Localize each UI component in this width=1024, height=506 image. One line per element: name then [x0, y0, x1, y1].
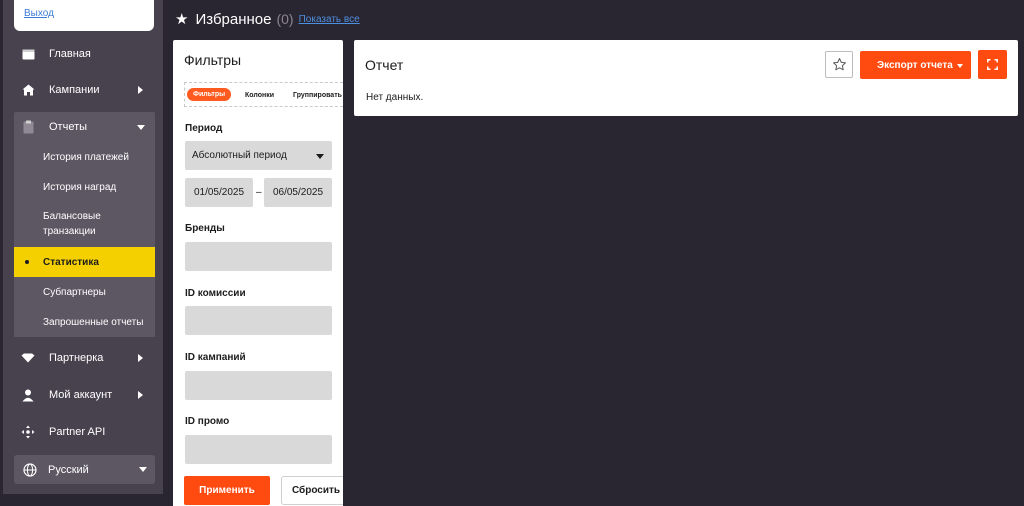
promo-label: ID промо: [185, 416, 230, 427]
period-select-value: Абсолютный период: [192, 150, 287, 161]
export-report-button[interactable]: Экспорт отчета: [860, 51, 971, 79]
fullscreen-icon: [987, 59, 998, 70]
chevron-right-icon: [138, 86, 143, 94]
sidebar-item-label: Мой аккаунт: [49, 389, 113, 401]
sidebar-item-label: Partner API: [49, 426, 106, 438]
report-panel: Отчет Нет данных. Экспорт отчета: [354, 40, 1018, 116]
favorites-count: (0): [276, 11, 294, 27]
chevron-down-icon: [957, 64, 963, 68]
sidebar-item-home[interactable]: Главная: [14, 39, 155, 69]
language-label: Русский: [48, 463, 89, 476]
chevron-down-icon: [316, 154, 324, 159]
report-empty-text: Нет данных.: [366, 92, 424, 103]
star-outline-icon: [832, 58, 846, 71]
promo-field[interactable]: [185, 435, 332, 464]
brands-label: Бренды: [185, 223, 225, 234]
campaigns-field[interactable]: [185, 371, 332, 400]
clipboard-icon: [21, 120, 35, 134]
show-all-link[interactable]: Показать все: [299, 14, 360, 25]
tab-filters[interactable]: Фильтры: [187, 88, 232, 101]
date-separator: –: [256, 187, 262, 198]
period-select[interactable]: Абсолютный период: [185, 141, 332, 170]
sidebar-item-api[interactable]: Partner API: [14, 417, 155, 447]
sidebar-item-label: Отчеты: [49, 121, 88, 133]
chevron-right-icon: [138, 354, 143, 362]
api-icon: [21, 425, 35, 439]
house-icon: [21, 83, 35, 97]
reports-submenu: [14, 142, 155, 337]
active-dot-icon: [25, 260, 29, 264]
sidebar-item-reports[interactable]: Отчеты: [14, 112, 155, 142]
tab-columns[interactable]: Колонки: [239, 89, 280, 102]
chevron-down-icon: [139, 467, 147, 472]
export-label: Экспорт отчета: [877, 59, 953, 71]
report-title: Отчет: [365, 57, 404, 73]
user-icon: [21, 388, 35, 402]
star-icon: ★: [175, 11, 189, 28]
commission-label: ID комиссии: [185, 288, 246, 299]
commission-field[interactable]: [185, 306, 332, 335]
filters-panel: Фильтры Фильтры Колонки Группировать Пер…: [173, 40, 343, 506]
apply-button[interactable]: Применить: [184, 476, 270, 505]
favorites-title: Избранное: [195, 10, 272, 28]
period-label: Период: [185, 123, 223, 134]
favorites-bar: ★ Избранное (0) Показать все: [175, 9, 360, 29]
submenu-item-statistics[interactable]: Статистика: [14, 247, 155, 277]
sidebar-item-partner[interactable]: Партнерка: [14, 343, 155, 373]
filters-title: Фильтры: [184, 52, 242, 68]
sidebar-item-account[interactable]: Мой аккаунт: [14, 380, 155, 410]
user-box: Выход: [14, 0, 154, 31]
date-from-input[interactable]: 01/05/2025: [185, 178, 253, 207]
campaigns-label: ID кампаний: [185, 352, 246, 363]
diamond-icon: [21, 351, 35, 365]
submenu-item-balance[interactable]: Балансовые транзакции: [14, 209, 134, 239]
globe-icon: [23, 462, 37, 477]
tab-grouping[interactable]: Группировать: [287, 89, 343, 102]
sidebar-item-label: Главная: [49, 48, 91, 60]
date-to-input[interactable]: 06/05/2025: [264, 178, 332, 207]
submenu-item-label: Статистика: [43, 256, 99, 268]
logout-link[interactable]: Выход: [24, 8, 54, 19]
submenu-item-subpartners[interactable]: Субпартнеры: [14, 285, 155, 300]
chevron-right-icon: [138, 391, 143, 399]
chevron-down-icon: [137, 125, 145, 130]
add-favorite-button[interactable]: [825, 51, 853, 78]
sidebar-item-campaigns[interactable]: Кампании: [14, 75, 155, 105]
brands-field[interactable]: [185, 242, 332, 271]
fullscreen-button[interactable]: [978, 50, 1007, 79]
reset-button[interactable]: Сбросить: [281, 476, 343, 505]
sidebar-item-label: Партнерка: [49, 352, 104, 364]
sidebar-item-label: Кампании: [49, 84, 100, 96]
filter-tabs: Фильтры Колонки Группировать: [184, 82, 343, 107]
submenu-item-rewards[interactable]: История наград: [14, 180, 155, 195]
home-window-icon: [21, 47, 35, 61]
submenu-item-requested[interactable]: Запрошенные отчеты: [14, 315, 155, 330]
submenu-item-payments[interactable]: История платежей: [14, 150, 155, 165]
language-selector[interactable]: Русский: [14, 455, 155, 484]
